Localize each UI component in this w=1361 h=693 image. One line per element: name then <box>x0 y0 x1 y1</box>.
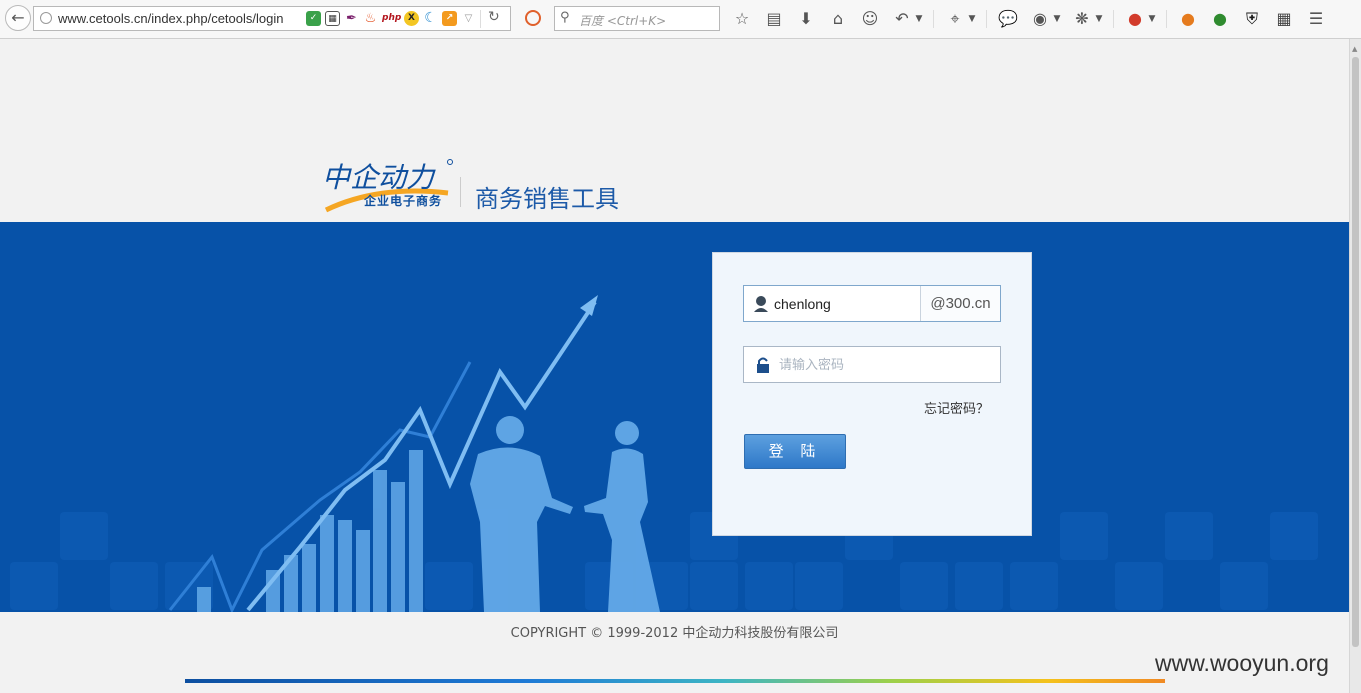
moon-icon[interactable]: ☾ <box>423 11 438 26</box>
logo-area: 中企动力 企业电子商务 商务销售工具 <box>318 155 638 215</box>
x-icon[interactable]: X <box>404 11 419 26</box>
flag-icon[interactable]: ● <box>1124 8 1146 30</box>
chart-icon[interactable]: ↗ <box>442 11 457 26</box>
star-icon[interactable]: ☆ <box>731 8 753 30</box>
url-separator <box>480 10 481 28</box>
reload-icon[interactable]: ↻ <box>488 9 500 25</box>
php-icon[interactable]: php <box>382 11 401 26</box>
lock-icon <box>757 357 769 373</box>
logo-divider <box>460 177 461 207</box>
back-arrow-icon: ← <box>11 8 25 27</box>
page-scrollbar[interactable]: ▲ <box>1349 39 1361 693</box>
globe-icon <box>40 12 52 24</box>
browser-toolbar: ← www.cetools.cn/index.php/cetools/login… <box>0 0 1361 39</box>
shield-icon[interactable]: ⛨ <box>1241 8 1263 30</box>
feather-icon[interactable]: ✒ <box>344 11 359 26</box>
menu-icon[interactable]: ☰ <box>1305 8 1327 30</box>
login-panel: @300.cn 忘记密码？ 登 陆 <box>712 252 1032 536</box>
dropdown-icon[interactable]: ▽ <box>461 11 476 26</box>
toolbar-separator <box>933 10 934 28</box>
home-icon[interactable]: ⌂ <box>827 8 849 30</box>
no-entry-icon[interactable] <box>525 10 541 26</box>
crop-icon[interactable]: ⌖ <box>944 8 966 30</box>
download-icon[interactable]: ⬇ <box>795 8 817 30</box>
domain-suffix: @300.cn <box>920 286 1000 321</box>
disc-icon[interactable]: ◉ <box>1029 8 1051 30</box>
undo-icon[interactable]: ↶ <box>891 8 913 30</box>
firebug-icon[interactable]: ● <box>1177 8 1199 30</box>
back-button[interactable]: ← <box>5 5 31 31</box>
shield-check-icon[interactable]: ✓ <box>306 11 321 26</box>
dropdown-icon[interactable]: ▼ <box>1053 8 1061 30</box>
search-icon: ⚲ <box>560 10 570 25</box>
scroll-thumb[interactable] <box>1352 57 1359 647</box>
dropdown-icon[interactable]: ▼ <box>968 8 976 30</box>
username-input[interactable] <box>774 286 914 321</box>
forgot-password-link[interactable]: 忘记密码？ <box>924 398 989 417</box>
scroll-up-icon[interactable]: ▲ <box>1352 45 1357 53</box>
toolbar-separator <box>1166 10 1167 28</box>
search-bar[interactable]: ⚲ 百度 <Ctrl+K> <box>554 6 720 31</box>
product-title: 商务销售工具 <box>475 185 619 213</box>
logo-text: 中企动力 <box>322 161 436 194</box>
user-icon <box>754 296 768 312</box>
toolbar-separator <box>1113 10 1114 28</box>
toolbar-separator <box>986 10 987 28</box>
url-text[interactable]: www.cetools.cn/index.php/cetools/login <box>58 11 283 26</box>
search-placeholder: 百度 <Ctrl+K> <box>579 14 667 28</box>
speech-bubble-icon[interactable]: 💬 <box>997 8 1019 30</box>
qr-code-icon[interactable]: ▦ <box>325 11 340 26</box>
copyright-text: COPYRIGHT © 1999-2012 中企动力科技股份有限公司 <box>510 626 839 641</box>
dropdown-icon[interactable]: ▼ <box>1095 8 1103 30</box>
address-bar[interactable]: www.cetools.cn/index.php/cetools/login ✓… <box>33 6 511 31</box>
login-button[interactable]: 登 陆 <box>744 434 846 469</box>
clipboard-icon[interactable]: ▤ <box>763 8 785 30</box>
banner-illustration <box>10 295 1318 612</box>
password-input[interactable] <box>779 347 989 382</box>
watermark: www.wooyun.org <box>1155 650 1329 676</box>
bug-icon[interactable]: ❋ <box>1071 8 1093 30</box>
brick-icon[interactable]: ▦ <box>1273 8 1295 30</box>
dropdown-icon[interactable]: ▼ <box>915 8 923 30</box>
toolbar-icons: ☆ ▤ ⬇ ⌂ ☺ ↶ ▼ ⌖ ▼ 💬 ◉ ▼ ❋ ▼ ● ▼ ● ● ⛨ ▦ … <box>731 8 1337 30</box>
username-field: @300.cn <box>743 285 1001 322</box>
green-orb-icon[interactable]: ● <box>1209 8 1231 30</box>
logo-subtitle: 企业电子商务 <box>364 194 443 208</box>
footer-gradient-line <box>185 679 1165 683</box>
extension-icons: ✓ ▦ ✒ ♨ php X ☾ ↗ ▽ <box>306 10 476 27</box>
hero-banner <box>0 222 1349 612</box>
password-field <box>743 346 1001 383</box>
chat-icon[interactable]: ☺ <box>859 8 881 30</box>
fire-icon[interactable]: ♨ <box>363 11 378 26</box>
dropdown-icon[interactable]: ▼ <box>1148 8 1156 30</box>
